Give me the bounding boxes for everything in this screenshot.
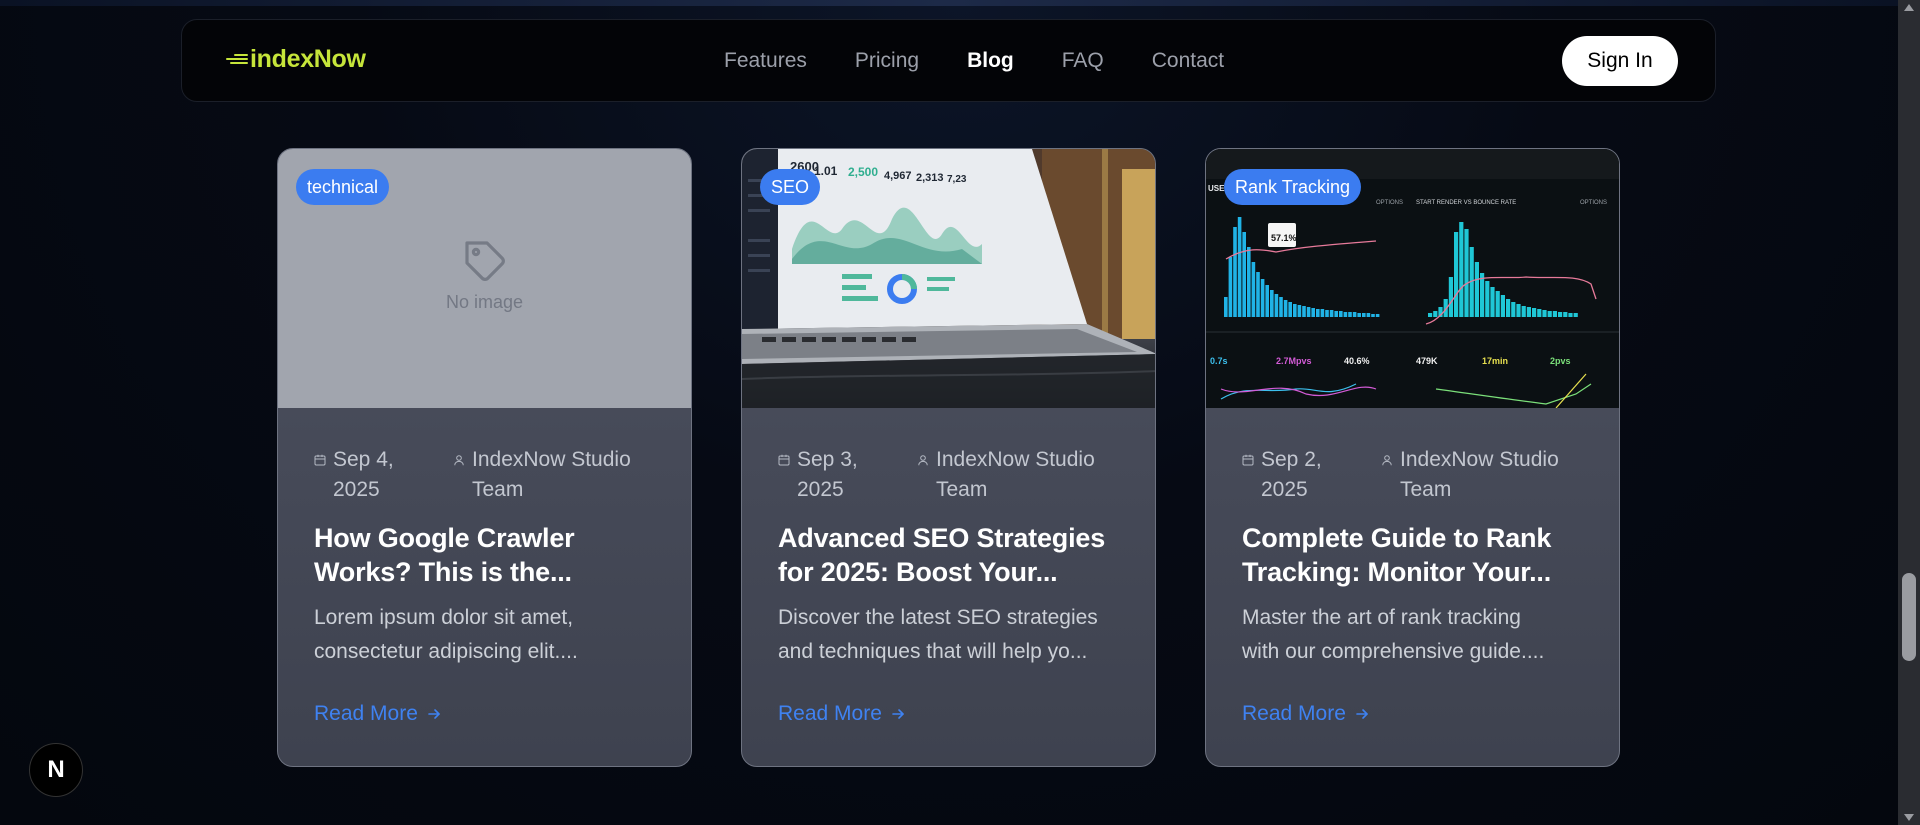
scrollbar-thumb[interactable] (1902, 573, 1916, 661)
scroll-down-arrow-icon[interactable] (1904, 814, 1914, 821)
user-icon (1382, 455, 1392, 466)
post-date: Sep 3, 2025 (778, 445, 877, 505)
post-date: Sep 2, 2025 (1242, 445, 1341, 505)
nav-link-contact[interactable]: Contact (1152, 46, 1224, 76)
calendar-icon (778, 454, 790, 466)
calendar-icon (1242, 454, 1254, 466)
category-badge: SEO (760, 169, 821, 205)
post-excerpt: Discover the latest SEO strategies and t… (778, 606, 1098, 663)
card-image-placeholder: No image technical (278, 149, 691, 408)
post-author-text: IndexNow Studio Team (1400, 448, 1559, 501)
dash-stat-4: 479K (1416, 356, 1438, 366)
category-badge: Rank Tracking (1224, 169, 1362, 205)
card-meta: Sep 4, 2025 IndexNow Studio Team (314, 445, 661, 505)
dash-stat-3: 40.6% (1344, 356, 1370, 366)
post-excerpt: Master the art of rank tracking with our… (1242, 606, 1545, 663)
post-date: Sep 4, 2025 (314, 445, 413, 505)
svg-text:7,23: 7,23 (947, 174, 967, 185)
dash-header-3: START RENDER VS BOUNCE RATE (1416, 200, 1516, 206)
no-image-text: No image (445, 292, 524, 312)
dash-stat-6: 2pvs (1550, 356, 1571, 366)
card-image: USE OPTIONS START RENDER VS BOUNCE RATE … (1206, 149, 1619, 408)
dash-header-2: OPTIONS (1376, 200, 1403, 206)
nextjs-dev-badge[interactable]: N (29, 743, 83, 797)
tooltip-value: 57.1% (1271, 233, 1297, 243)
user-icon (918, 455, 928, 466)
svg-text:2,500: 2,500 (848, 165, 878, 179)
dash-stat-2: 2.7Mpvs (1276, 356, 1312, 366)
arrow-right-icon (1356, 709, 1368, 719)
nav-links: Features Pricing Blog FAQ Contact (724, 46, 1272, 76)
dash-header-4: OPTIONS (1580, 200, 1607, 206)
logo-text: indexNow (250, 44, 366, 73)
tag-icon (464, 241, 505, 281)
category-badge: technical (296, 169, 390, 205)
nav-link-pricing[interactable]: Pricing (855, 46, 919, 76)
read-more-link[interactable]: Read More (1242, 699, 1369, 729)
scroll-up-arrow-icon[interactable] (1904, 4, 1914, 11)
post-author: IndexNow Studio Team (1381, 445, 1600, 505)
post-author-text: IndexNow Studio Team (936, 448, 1095, 501)
svg-text:1.01: 1.01 (814, 164, 838, 178)
post-excerpt: Lorem ipsum dolor sit amet, consectetur … (314, 606, 578, 663)
post-title[interactable]: Advanced SEO Strategies for 2025: Boost … (778, 521, 1129, 589)
dash-stat-1: 0.7s (1210, 356, 1228, 366)
card-image: 2600 1.01 2,500 4,967 2,313 7,23 SEO (742, 149, 1155, 408)
read-more-link[interactable]: Read More (314, 699, 441, 729)
blog-card[interactable]: 2600 1.01 2,500 4,967 2,313 7,23 SEO Sep… (741, 148, 1156, 767)
logo[interactable]: indexNow (224, 42, 366, 76)
nav-link-blog[interactable]: Blog (967, 46, 1014, 76)
card-meta: Sep 2, 2025 IndexNow Studio Team (1242, 445, 1589, 505)
user-icon (454, 455, 464, 466)
post-author: IndexNow Studio Team (917, 445, 1136, 505)
nav-link-features[interactable]: Features (724, 46, 807, 76)
no-image-placeholder: No image (278, 237, 691, 313)
sign-in-button[interactable]: Sign In (1562, 36, 1678, 86)
nav-link-faq[interactable]: FAQ (1062, 46, 1104, 76)
post-author-text: IndexNow Studio Team (472, 448, 631, 501)
scrollbar[interactable] (1898, 0, 1920, 825)
post-title[interactable]: How Google Crawler Works? This is the... (314, 521, 665, 589)
top-accent-line (0, 0, 1898, 6)
navbar: indexNow Features Pricing Blog FAQ Conta… (181, 19, 1716, 102)
dash-header-1: USE (1208, 184, 1225, 193)
card-meta: Sep 3, 2025 IndexNow Studio Team (778, 445, 1125, 505)
post-title[interactable]: Complete Guide to Rank Tracking: Monitor… (1242, 521, 1593, 589)
calendar-icon (314, 454, 326, 466)
read-more-link[interactable]: Read More (778, 699, 905, 729)
svg-text:4,967: 4,967 (884, 170, 912, 182)
read-more-label: Read More (1242, 702, 1346, 725)
logo-lines-icon (224, 51, 248, 67)
post-date-text: Sep 2, 2025 (1261, 448, 1322, 501)
post-author: IndexNow Studio Team (453, 445, 672, 505)
svg-text:2,313: 2,313 (916, 172, 944, 184)
read-more-label: Read More (778, 702, 882, 725)
blog-card[interactable]: No image technical Sep 4, 2025 IndexNow … (277, 148, 692, 767)
dash-stat-5: 17min (1482, 356, 1508, 366)
blog-card[interactable]: USE OPTIONS START RENDER VS BOUNCE RATE … (1205, 148, 1620, 767)
read-more-label: Read More (314, 702, 418, 725)
arrow-right-icon (892, 709, 904, 719)
post-date-text: Sep 3, 2025 (797, 448, 858, 501)
post-date-text: Sep 4, 2025 (333, 448, 394, 501)
arrow-right-icon (428, 709, 440, 719)
